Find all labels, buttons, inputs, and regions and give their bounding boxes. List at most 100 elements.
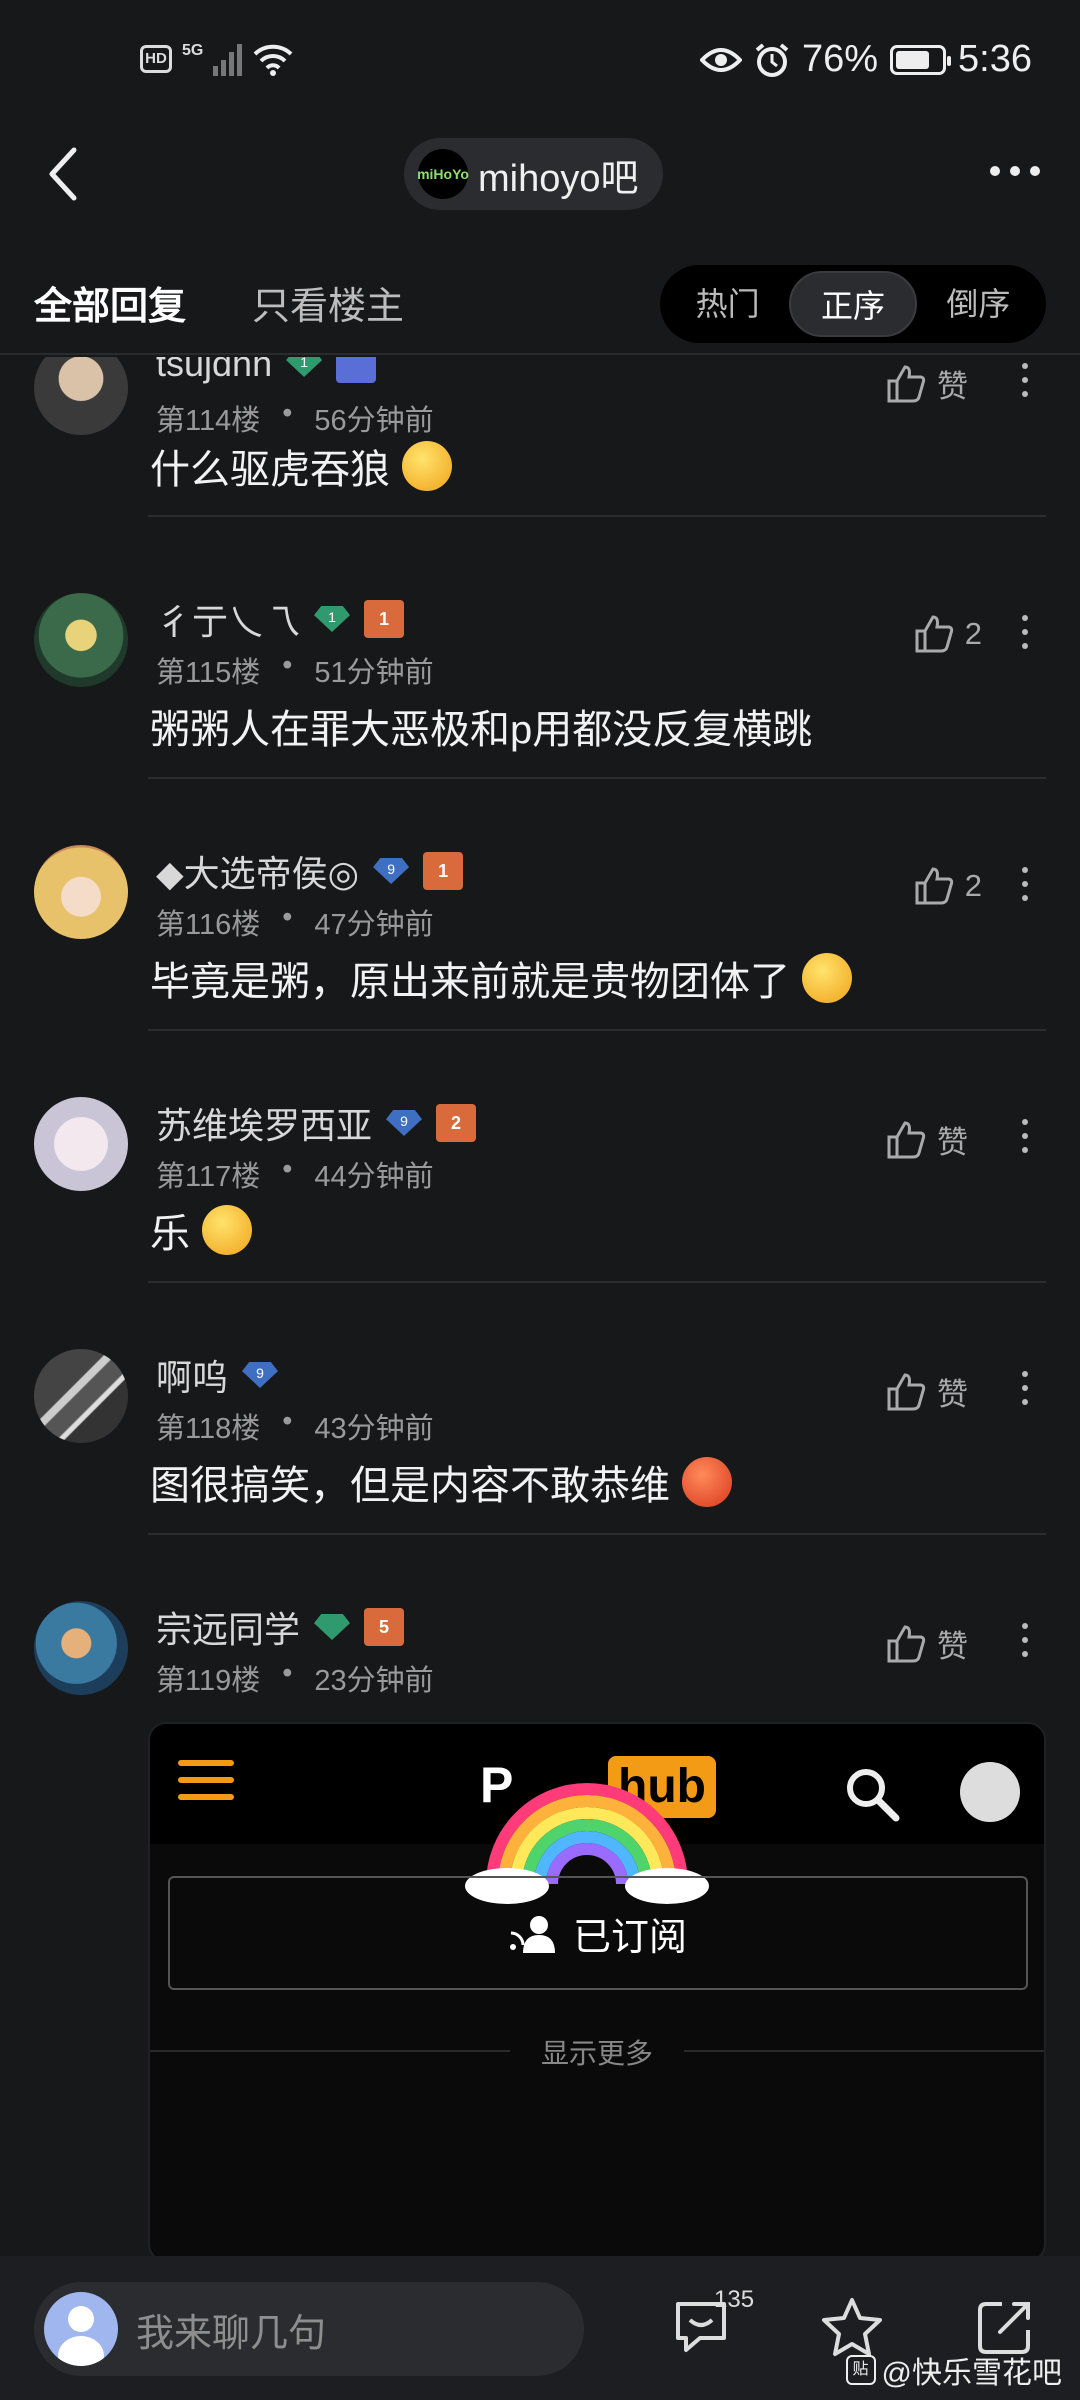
like-count: 2 <box>964 616 982 651</box>
floor-number: 第119楼 <box>156 1665 261 1697</box>
search-icon <box>847 1769 900 1822</box>
badge-icon: 5 <box>364 1608 405 1646</box>
subscribed-button: 已订阅 <box>168 1876 1028 1990</box>
watermark-text: @快乐雪花吧 <box>881 2357 1062 2390</box>
comment-count: 135 <box>714 2286 755 2313</box>
title-bar: miHoYo mihoyo吧 <box>0 130 1080 240</box>
reply-time: 51分钟前 <box>314 657 434 689</box>
reply-more-icon[interactable] <box>1022 867 1028 901</box>
reply-meta: 第119楼 • 23分钟前 <box>156 1657 434 1699</box>
like-button[interactable]: 赞 <box>885 361 968 406</box>
floor-number: 第117楼 <box>156 1161 261 1193</box>
badge-icon: 1 <box>423 852 464 890</box>
floor-number: 第118楼 <box>156 1413 261 1445</box>
meta-dot: • <box>282 1405 293 1437</box>
reply-text: 乐 <box>150 1212 190 1256</box>
avatar[interactable] <box>34 593 128 687</box>
signal-icon <box>213 44 243 76</box>
username-row: 彳亍乀乁 1 1 <box>156 593 405 645</box>
watermark: 贴 @快乐雪花吧 <box>845 2348 1062 2392</box>
like-button[interactable]: 赞 <box>885 1369 968 1414</box>
level-gem-icon <box>314 1614 351 1640</box>
forum-name-pill[interactable]: miHoYo mihoyo吧 <box>404 138 663 210</box>
username[interactable]: ◆大选帝侯◎ <box>156 845 359 897</box>
reply-time: 56分钟前 <box>314 405 434 437</box>
reply-content: 粥粥人在罪大恶极和p用都没反复横跳 <box>150 697 812 755</box>
username[interactable]: 啊呜 <box>156 1349 228 1401</box>
reply-more-icon[interactable] <box>1022 615 1028 649</box>
battery-percent: 76% <box>801 38 879 80</box>
avatar[interactable] <box>34 845 128 939</box>
more-options-icon[interactable] <box>990 166 1040 176</box>
reply-text: 图很搞笑，但是内容不敢恭维 <box>150 1464 670 1508</box>
alarm-icon <box>755 42 789 77</box>
network-label: 5G <box>182 42 204 59</box>
username[interactable]: tsujdhh <box>156 357 272 385</box>
level-gem-icon: 9 <box>242 1362 279 1388</box>
reply-meta: 第118楼 • 43分钟前 <box>156 1405 434 1447</box>
reply-text: 粥粥人在罪大恶极和p用都没反复横跳 <box>150 708 813 752</box>
reply-meta: 第116楼 • 47分钟前 <box>156 901 434 943</box>
laugh-emoji-icon <box>202 1205 252 1255</box>
reply-input[interactable]: 我来聊几句 <box>34 2282 584 2376</box>
like-count: 赞 <box>937 1125 968 1160</box>
level-gem-icon: 9 <box>373 858 410 884</box>
sort-descending[interactable]: 倒序 <box>917 271 1040 337</box>
reply-more-icon[interactable] <box>1022 1371 1028 1405</box>
meta-dot: • <box>282 649 293 681</box>
username-row: 宗远同学 5 <box>156 1601 405 1653</box>
reply-meta: 第114楼 • 56分钟前 <box>156 397 434 439</box>
avatar[interactable] <box>34 1349 128 1443</box>
like-count: 赞 <box>937 369 968 404</box>
my-avatar <box>44 2292 118 2366</box>
grin-emoji-icon <box>402 441 452 491</box>
battery-level <box>896 50 930 69</box>
thumbs-up-icon <box>887 1624 926 1662</box>
reply-feed[interactable]: tsujdhh 1 第114楼 • 56分钟前 赞 什么驱虎吞狼 彳亍乀乁 1 … <box>0 357 1080 2257</box>
clock: 5:36 <box>958 38 1032 80</box>
username-row: tsujdhh 1 <box>156 357 377 385</box>
username[interactable]: 苏维埃罗西亚 <box>156 1097 372 1149</box>
like-button[interactable]: 2 <box>913 613 982 655</box>
username[interactable]: 彳亍乀乁 <box>156 593 300 645</box>
reply-meta: 第117楼 • 44分钟前 <box>156 1153 434 1195</box>
angry-emoji-icon <box>682 1457 732 1507</box>
back-arrow-icon[interactable] <box>44 144 84 204</box>
reply-content: 毕竟是粥，原出来前就是贵物团体了 <box>150 949 852 1007</box>
thumbs-up-icon <box>915 867 953 905</box>
status-bar: HD 5G 76% 5:36 <box>0 0 1080 130</box>
like-button[interactable]: 赞 <box>885 1117 968 1162</box>
thumbs-up-icon <box>887 1120 926 1158</box>
user-account-icon <box>960 1762 1020 1822</box>
hamburger-menu-icon <box>178 1760 234 1811</box>
badge-icon: 2 <box>436 1104 477 1142</box>
reply-more-icon[interactable] <box>1022 1119 1028 1153</box>
sort-ascending[interactable]: 正序 <box>789 271 917 337</box>
username[interactable]: 宗远同学 <box>156 1601 300 1653</box>
like-button[interactable]: 2 <box>913 865 982 907</box>
reply-more-icon[interactable] <box>1022 1623 1028 1657</box>
level-gem-icon: 1 <box>314 606 351 632</box>
reply-more-icon[interactable] <box>1022 363 1028 397</box>
username-row: 苏维埃罗西亚 9 2 <box>156 1097 477 1149</box>
avatar[interactable] <box>34 1097 128 1191</box>
floor-number: 第116楼 <box>156 909 261 941</box>
like-button[interactable]: 赞 <box>885 1621 968 1666</box>
divider <box>148 1029 1046 1031</box>
reply-time: 43分钟前 <box>314 1413 434 1445</box>
reply-time: 23分钟前 <box>314 1665 434 1697</box>
meta-dot: • <box>282 397 293 429</box>
avatar[interactable] <box>34 1601 128 1695</box>
tab-op-only[interactable]: 只看楼主 <box>252 275 404 330</box>
avatar[interactable] <box>34 357 128 435</box>
status-right: 76% 5:36 <box>699 38 1032 81</box>
tieba-logo-icon: 贴 <box>845 2355 876 2385</box>
like-count: 2 <box>964 868 982 903</box>
tab-all-replies[interactable]: 全部回复 <box>34 275 186 330</box>
level-gem-icon: 9 <box>386 1110 423 1136</box>
wifi-icon <box>253 44 293 76</box>
reply-tabs: 全部回复 只看楼主 热门 正序 倒序 <box>0 255 1080 355</box>
sort-hot[interactable]: 热门 <box>666 271 789 337</box>
forum-logo: miHoYo <box>417 149 469 199</box>
reply-image[interactable]: P hub 已订阅 显示更多 <box>148 1722 1046 2257</box>
